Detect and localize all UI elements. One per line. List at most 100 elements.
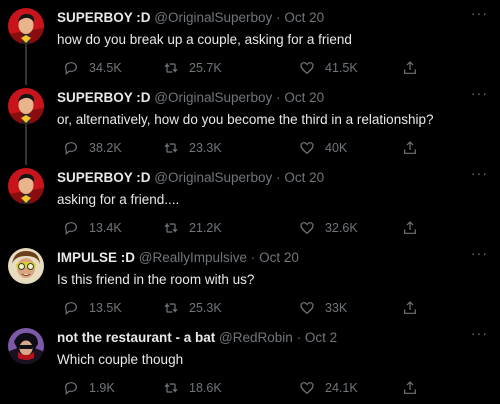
- user-handle[interactable]: @OriginalSuperboy: [154, 10, 272, 25]
- retweet-count: 25.3K: [189, 301, 222, 315]
- tweet-text: asking for a friend....: [57, 192, 180, 207]
- retweet-icon: [164, 143, 178, 153]
- user-handle[interactable]: @OriginalSuperboy: [154, 170, 272, 185]
- display-name[interactable]: SUPERBOY :D: [57, 90, 151, 105]
- heart-icon: [300, 222, 314, 235]
- reply-count: 34.5K: [89, 61, 122, 75]
- retweet-icon: [164, 223, 178, 233]
- more-options-icon[interactable]: ···: [471, 246, 488, 260]
- reply-icon: [65, 62, 77, 75]
- tweet-text: how do you break up a couple, asking for…: [57, 32, 352, 47]
- display-name[interactable]: SUPERBOY :D: [57, 170, 151, 185]
- tweet-header: SUPERBOY :D @OriginalSuperboy · Oct 20: [57, 89, 324, 106]
- tweet[interactable]: IMPULSE :D @ReallyImpulsive · Oct 20 ···…: [0, 246, 500, 326]
- like-count: 24.1K: [325, 381, 358, 395]
- like-button[interactable]: 41.5K: [299, 60, 358, 76]
- retweet-count: 18.6K: [189, 381, 222, 395]
- user-handle[interactable]: @ReallyImpulsive: [139, 250, 247, 265]
- retweet-icon: [164, 383, 178, 393]
- tweet-header: not the restaurant - a bat @RedRobin · O…: [57, 329, 337, 346]
- tweet[interactable]: not the restaurant - a bat @RedRobin · O…: [0, 326, 500, 404]
- retweet-count: 23.3K: [189, 141, 222, 155]
- tweet[interactable]: SUPERBOY :D @OriginalSuperboy · Oct 20 ·…: [0, 86, 500, 166]
- retweet-button[interactable]: 21.2K: [163, 220, 222, 236]
- tweet-actions: 38.2K 23.3K 40K: [57, 140, 427, 158]
- heart-icon: [300, 382, 314, 395]
- reply-button[interactable]: 13.4K: [63, 220, 122, 236]
- timestamp[interactable]: Oct 20: [259, 250, 299, 265]
- retweet-icon: [164, 303, 178, 313]
- reply-icon: [65, 222, 77, 235]
- separator-dot: ·: [276, 10, 281, 25]
- impulse-avatar[interactable]: [8, 248, 44, 284]
- tweet[interactable]: SUPERBOY :D @OriginalSuperboy · Oct 20 ·…: [0, 6, 500, 86]
- reply-count: 13.5K: [89, 301, 122, 315]
- display-name[interactable]: not the restaurant - a bat: [57, 330, 215, 345]
- timestamp[interactable]: Oct 20: [284, 10, 324, 25]
- like-button[interactable]: 33K: [299, 300, 347, 316]
- more-options-icon[interactable]: ···: [471, 6, 488, 20]
- timestamp[interactable]: Oct 20: [284, 170, 324, 185]
- share-icon: [404, 221, 416, 234]
- reply-button[interactable]: 34.5K: [63, 60, 122, 76]
- share-button[interactable]: [402, 60, 418, 76]
- more-options-icon[interactable]: ···: [471, 166, 488, 180]
- separator-dot: ·: [276, 90, 281, 105]
- reply-count: 1.9K: [89, 381, 115, 395]
- like-count: 41.5K: [325, 61, 358, 75]
- tweet-actions: 13.4K 21.2K 32.6K: [57, 220, 427, 238]
- tweet-text: Which couple though: [57, 352, 184, 367]
- retweet-icon: [164, 63, 178, 73]
- retweet-button[interactable]: 23.3K: [163, 140, 222, 156]
- superboy-avatar[interactable]: [8, 88, 44, 124]
- reply-icon: [65, 302, 77, 315]
- more-options-icon[interactable]: ···: [471, 326, 488, 340]
- timestamp[interactable]: Oct 2: [305, 330, 337, 345]
- like-button[interactable]: 24.1K: [299, 380, 358, 396]
- retweet-button[interactable]: 25.3K: [163, 300, 222, 316]
- retweet-count: 25.7K: [189, 61, 222, 75]
- tweet[interactable]: SUPERBOY :D @OriginalSuperboy · Oct 20 ·…: [0, 166, 500, 246]
- share-icon: [404, 381, 416, 394]
- reply-button[interactable]: 13.5K: [63, 300, 122, 316]
- reply-icon: [65, 142, 77, 155]
- tweet-header: IMPULSE :D @ReallyImpulsive · Oct 20: [57, 249, 299, 266]
- tweet-actions: 1.9K 18.6K 24.1K: [57, 380, 427, 398]
- share-button[interactable]: [402, 300, 418, 316]
- redrobin-avatar[interactable]: [8, 328, 44, 364]
- share-button[interactable]: [402, 220, 418, 236]
- like-count: 32.6K: [325, 221, 358, 235]
- like-count: 33K: [325, 301, 348, 315]
- share-button[interactable]: [402, 380, 418, 396]
- separator-dot: ·: [250, 250, 256, 265]
- reply-button[interactable]: 38.2K: [63, 140, 122, 156]
- separator-dot: ·: [276, 170, 281, 185]
- share-button[interactable]: [402, 140, 418, 156]
- heart-icon: [300, 142, 314, 155]
- superboy-avatar[interactable]: [8, 8, 44, 44]
- tweet-actions: 13.5K 25.3K 33K: [57, 300, 427, 318]
- like-button[interactable]: 32.6K: [299, 220, 358, 236]
- share-icon: [404, 301, 416, 314]
- more-options-icon[interactable]: ···: [471, 86, 488, 100]
- tweet-text: or, alternatively, how do you become the…: [57, 112, 434, 127]
- display-name[interactable]: SUPERBOY :D: [57, 10, 151, 25]
- heart-icon: [300, 62, 314, 75]
- retweet-button[interactable]: 25.7K: [163, 60, 222, 76]
- share-icon: [404, 61, 416, 74]
- timestamp[interactable]: Oct 20: [284, 90, 324, 105]
- user-handle[interactable]: @OriginalSuperboy: [154, 90, 272, 105]
- display-name[interactable]: IMPULSE :D: [57, 250, 135, 265]
- reply-button[interactable]: 1.9K: [63, 380, 115, 396]
- tweet-header: SUPERBOY :D @OriginalSuperboy · Oct 20: [57, 9, 324, 26]
- superboy-avatar[interactable]: [8, 168, 44, 204]
- like-button[interactable]: 40K: [299, 140, 347, 156]
- like-count: 40K: [325, 141, 348, 155]
- retweet-count: 21.2K: [189, 221, 222, 235]
- separator-dot: ·: [296, 330, 302, 345]
- reply-count: 38.2K: [89, 141, 122, 155]
- share-icon: [404, 141, 416, 154]
- retweet-button[interactable]: 18.6K: [163, 380, 222, 396]
- reply-count: 13.4K: [89, 221, 122, 235]
- user-handle[interactable]: @RedRobin: [219, 330, 293, 345]
